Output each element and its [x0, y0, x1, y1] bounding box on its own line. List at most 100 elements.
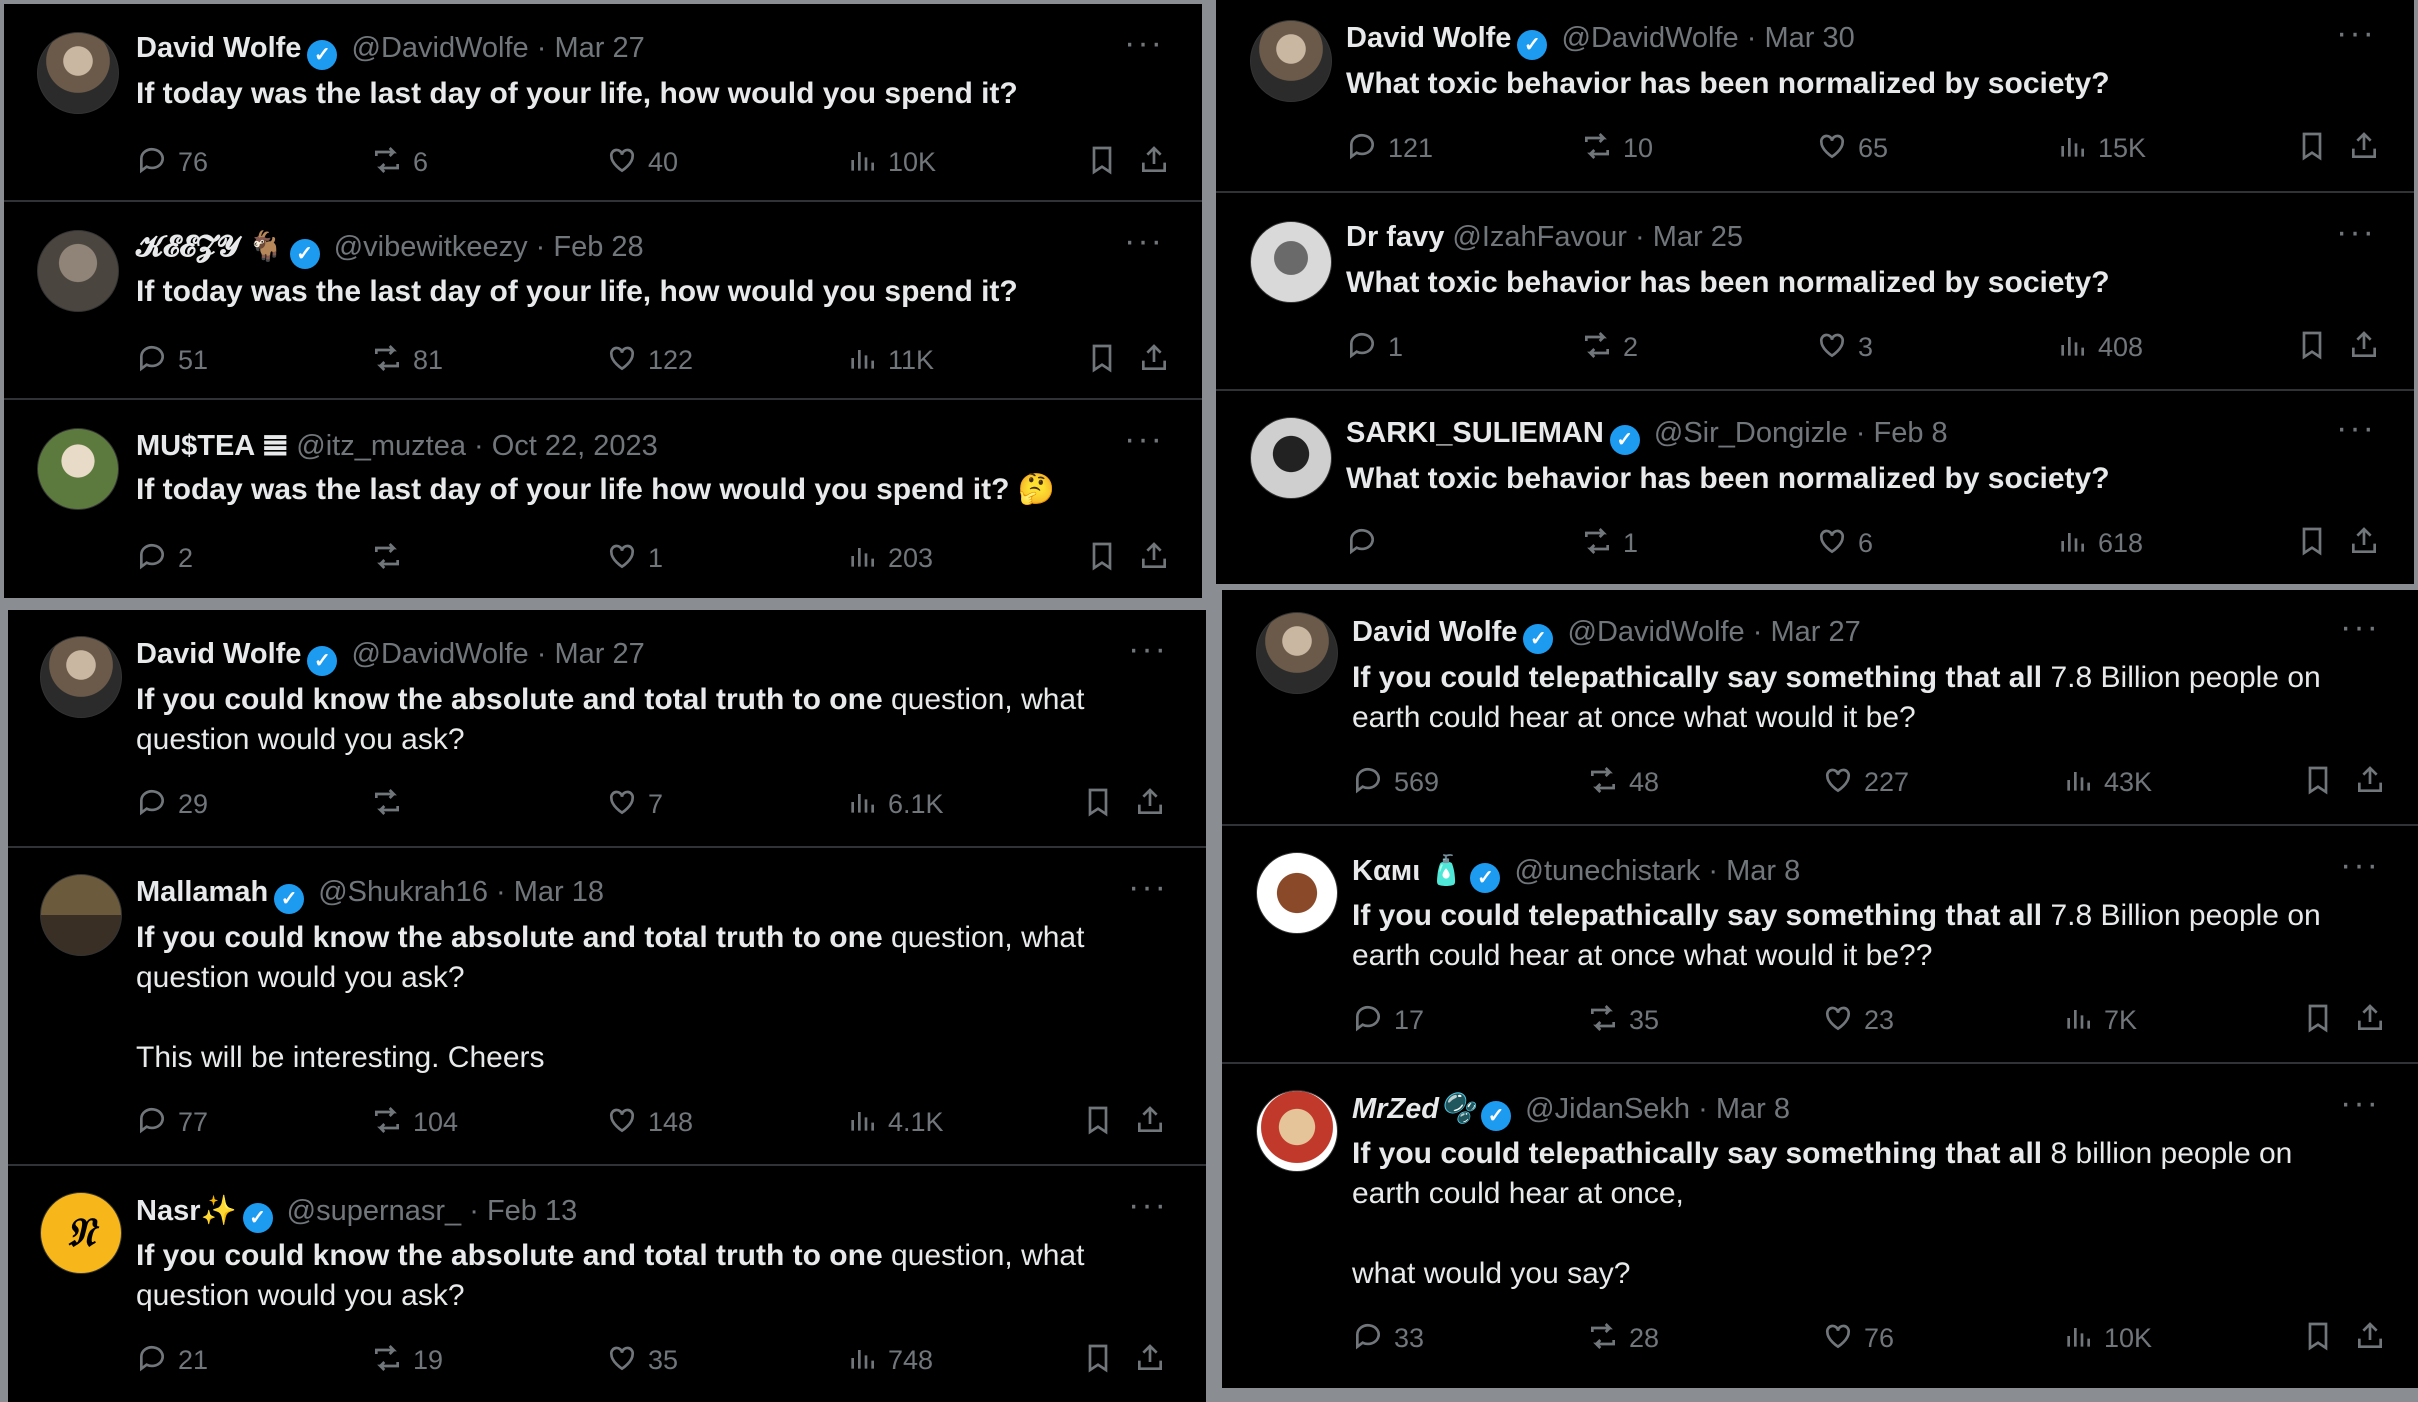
handle[interactable]: @DavidWolfe: [352, 32, 529, 64]
avatar[interactable]: [37, 428, 119, 510]
views-button[interactable]: 203: [846, 540, 933, 579]
more-options-icon[interactable]: ···: [2340, 1084, 2380, 1123]
like-button[interactable]: 23: [1822, 1002, 1894, 1041]
repost-button[interactable]: [371, 786, 413, 825]
timestamp[interactable]: Feb 8: [1874, 417, 1948, 449]
display-name[interactable]: MU$TEA 𝌆: [136, 430, 288, 462]
repost-button[interactable]: 48: [1587, 764, 1659, 803]
share-icon[interactable]: [1134, 786, 1166, 823]
repost-button[interactable]: 1: [1581, 525, 1638, 564]
tweet[interactable]: SARKI_SULIEMAN ✓ @Sir_Dongizle · Feb 8 ··…: [1216, 391, 2414, 584]
like-button[interactable]: 65: [1816, 130, 1888, 169]
timestamp[interactable]: Mar 27: [554, 638, 644, 670]
like-button[interactable]: 6: [1816, 525, 1873, 564]
share-icon[interactable]: [2354, 1002, 2386, 1039]
share-icon[interactable]: [2348, 130, 2380, 167]
share-icon[interactable]: [1138, 540, 1170, 577]
tweet[interactable]: David Wolfe ✓ @DavidWolfe · Mar 27 ··· If…: [4, 4, 1202, 202]
tweet[interactable]: David Wolfe ✓ @DavidWolfe · Mar 27 ··· If…: [8, 610, 1206, 848]
timestamp[interactable]: Oct 22, 2023: [492, 430, 658, 462]
tweet[interactable]: 𝔑 Nasr✨ ✓ @supernasr_ · Feb 13 ··· If you…: [8, 1166, 1206, 1402]
bookmark-icon[interactable]: [2296, 130, 2328, 167]
repost-button[interactable]: 104: [371, 1104, 458, 1143]
more-options-icon[interactable]: ···: [2340, 608, 2380, 647]
repost-button[interactable]: 19: [371, 1342, 443, 1381]
display-name[interactable]: David Wolfe: [1352, 616, 1517, 648]
tweet[interactable]: 𝓚𝓔𝓔𝓩𝓨 🐐 ✓ @vibewitkeezy · Feb 28 ··· If t…: [4, 202, 1202, 400]
reply-button[interactable]: 51: [136, 342, 208, 381]
views-button[interactable]: 748: [846, 1342, 933, 1381]
handle[interactable]: @DavidWolfe: [1568, 616, 1745, 648]
like-button[interactable]: 7: [606, 786, 663, 825]
handle[interactable]: @itz_muztea: [296, 430, 466, 462]
bookmark-icon[interactable]: [2302, 1320, 2334, 1357]
handle[interactable]: @tunechistark: [1515, 855, 1701, 887]
repost-button[interactable]: 2: [1581, 329, 1638, 368]
avatar[interactable]: [37, 32, 119, 114]
reply-button[interactable]: 17: [1352, 1002, 1424, 1041]
handle[interactable]: @JidanSekh: [1525, 1093, 1690, 1125]
handle[interactable]: @vibewitkeezy: [334, 231, 528, 263]
reply-button[interactable]: 77: [136, 1104, 208, 1143]
handle[interactable]: @Sir_Dongizle: [1654, 417, 1848, 449]
like-button[interactable]: 35: [606, 1342, 678, 1381]
avatar[interactable]: [1256, 852, 1338, 934]
views-button[interactable]: 11K: [846, 342, 934, 381]
display-name[interactable]: SARKI_SULIEMAN: [1346, 417, 1604, 449]
like-button[interactable]: 3: [1816, 329, 1873, 368]
handle[interactable]: @Shukrah16: [318, 876, 488, 908]
tweet[interactable]: Kαмι 🧴 ✓ @tunechistark · Mar 8 ··· If you…: [1222, 826, 2418, 1064]
views-button[interactable]: 6.1K: [846, 786, 944, 825]
bookmark-icon[interactable]: [2302, 1002, 2334, 1039]
timestamp[interactable]: Feb 28: [553, 231, 643, 263]
views-button[interactable]: 408: [2056, 329, 2143, 368]
avatar[interactable]: [40, 874, 122, 956]
reply-button[interactable]: 2: [136, 540, 193, 579]
share-icon[interactable]: [1138, 144, 1170, 181]
share-icon[interactable]: [2348, 525, 2380, 562]
handle[interactable]: @DavidWolfe: [1562, 22, 1739, 54]
reply-button[interactable]: 29: [136, 786, 208, 825]
views-button[interactable]: 10K: [846, 144, 936, 183]
avatar[interactable]: [37, 230, 119, 312]
bookmark-icon[interactable]: [1082, 786, 1114, 823]
display-name[interactable]: MrZed🫧: [1352, 1093, 1475, 1125]
tweet[interactable]: MrZed🫧 ✓ @JidanSekh · Mar 8 ··· If you co…: [1222, 1064, 2418, 1388]
bookmark-icon[interactable]: [1086, 342, 1118, 379]
avatar[interactable]: [1250, 417, 1332, 499]
handle[interactable]: @DavidWolfe: [352, 638, 529, 670]
tweet[interactable]: Mallamah ✓ @Shukrah16 · Mar 18 ··· If you…: [8, 848, 1206, 1166]
bookmark-icon[interactable]: [1082, 1342, 1114, 1379]
timestamp[interactable]: Mar 8: [1716, 1093, 1790, 1125]
views-button[interactable]: 15K: [2056, 130, 2146, 169]
like-button[interactable]: 148: [606, 1104, 693, 1143]
display-name[interactable]: David Wolfe: [1346, 22, 1511, 54]
repost-button[interactable]: 28: [1587, 1320, 1659, 1359]
display-name[interactable]: Kαмι 🧴: [1352, 855, 1464, 887]
share-icon[interactable]: [1134, 1342, 1166, 1379]
timestamp[interactable]: Mar 27: [1770, 616, 1860, 648]
timestamp[interactable]: Mar 27: [554, 32, 644, 64]
views-button[interactable]: 4.1K: [846, 1104, 944, 1143]
share-icon[interactable]: [1138, 342, 1170, 379]
avatar[interactable]: [40, 636, 122, 718]
reply-button[interactable]: [1346, 525, 1388, 564]
bookmark-icon[interactable]: [1082, 1104, 1114, 1141]
more-options-icon[interactable]: ···: [2336, 409, 2376, 448]
more-options-icon[interactable]: ···: [2336, 213, 2376, 252]
more-options-icon[interactable]: ···: [1128, 630, 1168, 669]
like-button[interactable]: 76: [1822, 1320, 1894, 1359]
bookmark-icon[interactable]: [2296, 329, 2328, 366]
bookmark-icon[interactable]: [1086, 144, 1118, 181]
views-button[interactable]: 43K: [2062, 764, 2152, 803]
more-options-icon[interactable]: ···: [2340, 846, 2380, 885]
tweet[interactable]: MU$TEA 𝌆 @itz_muztea · Oct 22, 2023 ··· …: [4, 400, 1202, 598]
bookmark-icon[interactable]: [2302, 764, 2334, 801]
timestamp[interactable]: Feb 13: [487, 1195, 577, 1227]
like-button[interactable]: 40: [606, 144, 678, 183]
more-options-icon[interactable]: ···: [1128, 1186, 1168, 1225]
display-name[interactable]: David Wolfe: [136, 32, 301, 64]
views-button[interactable]: 10K: [2062, 1320, 2152, 1359]
display-name[interactable]: Mallamah: [136, 876, 268, 908]
repost-button[interactable]: [371, 540, 413, 579]
